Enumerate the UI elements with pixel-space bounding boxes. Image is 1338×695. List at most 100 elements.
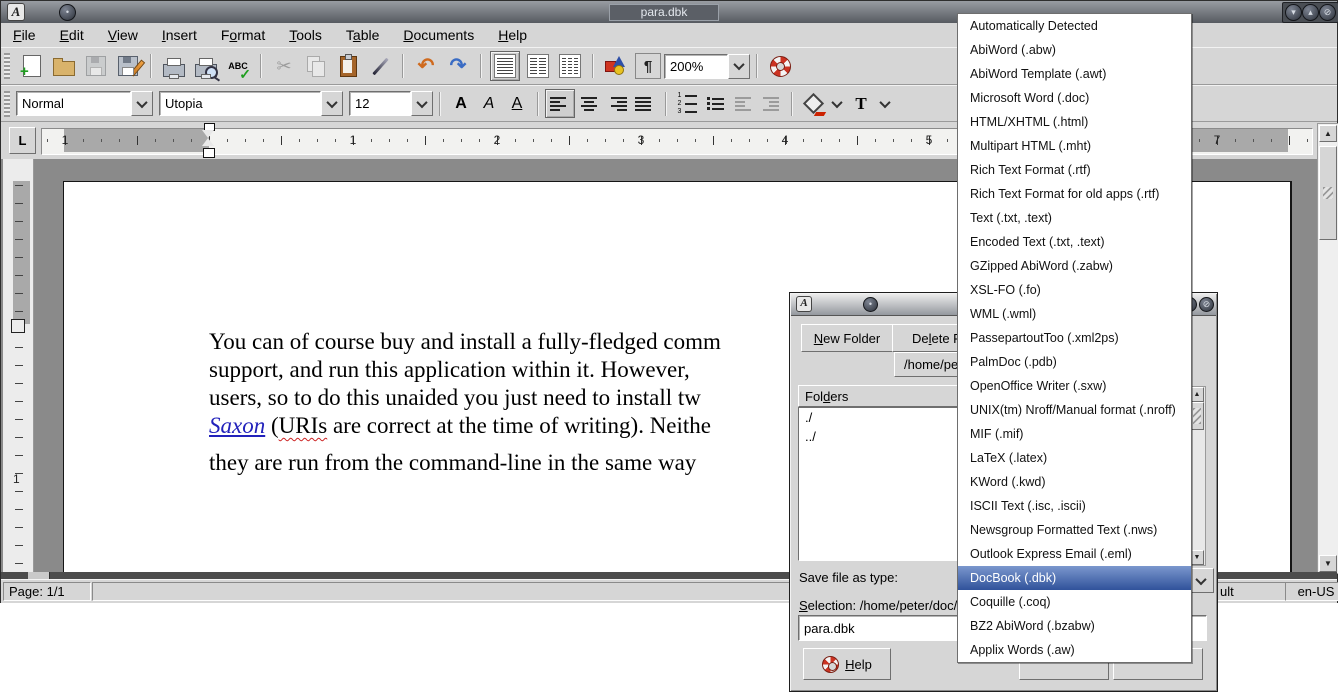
left-indent-marker[interactable] (203, 148, 215, 158)
print-button[interactable] (160, 52, 188, 80)
file-type-option[interactable]: AbiWord (.abw) (958, 38, 1191, 62)
save-button[interactable] (82, 52, 110, 80)
file-type-option[interactable]: Outlook Express Email (.eml) (958, 542, 1191, 566)
font-combo[interactable]: Utopia (159, 91, 343, 116)
top-margin-marker[interactable] (11, 319, 25, 333)
highlight-color-dropdown[interactable] (827, 91, 847, 116)
style-combo[interactable]: Normal (16, 91, 153, 116)
insert-symbol-button[interactable] (602, 52, 630, 80)
tab-stop-selector[interactable]: L (9, 127, 36, 154)
style-value[interactable]: Normal (16, 91, 131, 116)
bullet-list-button[interactable] (701, 90, 729, 117)
file-type-option[interactable]: Rich Text Format (.rtf) (958, 158, 1191, 182)
increase-indent-button[interactable] (757, 90, 785, 117)
bold-button[interactable]: A (447, 90, 475, 117)
file-type-option[interactable]: ISCII Text (.isc, .iscii) (958, 494, 1191, 518)
menu-item[interactable]: Insert (150, 25, 209, 45)
file-type-option[interactable]: Microsoft Word (.doc) (958, 86, 1191, 110)
one-column-button[interactable] (490, 51, 520, 81)
new-document-button[interactable]: + (18, 52, 46, 80)
numbered-list-button[interactable]: 1 2 3 (673, 90, 701, 117)
file-type-option[interactable]: Newsgroup Formatted Text (.nws) (958, 518, 1191, 542)
align-center-button[interactable] (575, 90, 603, 117)
folders-list[interactable]: ./../ (798, 407, 970, 561)
align-right-button[interactable] (603, 90, 631, 117)
file-type-option[interactable]: HTML/XHTML (.html) (958, 110, 1191, 134)
paste-button[interactable] (334, 52, 362, 80)
file-type-option[interactable]: AbiWord Template (.awt) (958, 62, 1191, 86)
menu-item[interactable]: File (1, 25, 48, 45)
file-type-option[interactable]: OpenOffice Writer (.sxw) (958, 374, 1191, 398)
file-type-option[interactable]: PassepartoutToo (.xml2ps) (958, 326, 1191, 350)
format-painter-button[interactable] (366, 52, 394, 80)
print-preview-button[interactable] (192, 52, 220, 80)
zoom-input[interactable]: 200% (664, 54, 728, 79)
size-value[interactable]: 12 (349, 91, 411, 116)
dialog-close-button[interactable]: ⊘ (1199, 297, 1214, 312)
folder-item[interactable]: ../ (799, 427, 969, 446)
two-columns-button[interactable] (524, 52, 552, 80)
font-dropdown-button[interactable] (321, 91, 343, 116)
show-formatting-marks-button[interactable]: ¶ (634, 52, 662, 80)
align-justify-button[interactable] (631, 90, 659, 117)
size-dropdown-button[interactable] (411, 91, 433, 116)
toolbar-drag-handle[interactable] (4, 53, 10, 79)
file-type-option[interactable]: Applix Words (.aw) (958, 638, 1191, 662)
folder-item[interactable]: ./ (799, 408, 969, 427)
undo-button[interactable]: ↶ (412, 52, 440, 80)
redo-button[interactable]: ↷ (444, 52, 472, 80)
scrollbar-thumb[interactable] (1319, 146, 1337, 240)
file-type-option[interactable]: MIF (.mif) (958, 422, 1191, 446)
file-type-option[interactable]: DocBook (.dbk) (958, 566, 1191, 590)
horizontal-scrollbar-stub[interactable] (28, 572, 50, 579)
file-type-option[interactable]: Coquille (.coq) (958, 590, 1191, 614)
menu-item[interactable]: Edit (48, 25, 96, 45)
folders-list-header[interactable]: Folders (798, 385, 970, 407)
cut-button[interactable]: ✂ (270, 52, 298, 80)
window-menu-button[interactable]: • (59, 4, 76, 21)
open-button[interactable] (50, 52, 78, 80)
menu-item[interactable]: Documents (391, 25, 486, 45)
menu-item[interactable]: View (96, 25, 150, 45)
save-as-button[interactable] (114, 52, 142, 80)
italic-button[interactable]: A (475, 90, 503, 117)
file-type-option[interactable]: Multipart HTML (.mht) (958, 134, 1191, 158)
file-type-option[interactable]: LaTeX (.latex) (958, 446, 1191, 470)
indent-marker-top[interactable] (202, 130, 214, 138)
file-type-option[interactable]: XSL-FO (.fo) (958, 278, 1191, 302)
maximize-button[interactable]: ▴ (1302, 4, 1319, 21)
scroll-down-button[interactable]: ▼ (1319, 555, 1337, 572)
copy-button[interactable] (302, 52, 330, 80)
file-type-option[interactable]: Encoded Text (.txt, .text) (958, 230, 1191, 254)
underline-button[interactable]: A (503, 90, 531, 117)
size-combo[interactable]: 12 (349, 91, 433, 116)
three-columns-button[interactable] (556, 52, 584, 80)
file-type-option[interactable]: Rich Text Format for old apps (.rtf) (958, 182, 1191, 206)
shade-button[interactable]: ▾ (1285, 4, 1302, 21)
highlight-color-button[interactable] (799, 90, 827, 117)
dialog-help-button[interactable]: Help (803, 648, 891, 680)
document-text[interactable]: You can of course buy and install a full… (209, 328, 721, 477)
font-value[interactable]: Utopia (159, 91, 321, 116)
files-scrollbar-thumb[interactable] (1190, 402, 1204, 430)
menu-item[interactable]: Table (334, 25, 391, 45)
dialog-menu-button[interactable]: • (863, 297, 878, 312)
file-type-option[interactable]: Text (.txt, .text) (958, 206, 1191, 230)
file-type-option[interactable]: Automatically Detected (958, 14, 1191, 38)
file-type-option[interactable]: BZ2 AbiWord (.bzabw) (958, 614, 1191, 638)
help-button[interactable] (766, 52, 794, 80)
zoom-dropdown-button[interactable] (728, 54, 750, 79)
vertical-scrollbar[interactable]: ▲ ▼ (1317, 123, 1338, 574)
close-button[interactable]: ⊘ (1319, 4, 1336, 21)
file-type-option[interactable]: UNIX(tm) Nroff/Manual format (.nroff) (958, 398, 1191, 422)
saxon-hyperlink[interactable]: Saxon (209, 413, 265, 438)
menu-item[interactable]: Tools (277, 25, 334, 45)
file-type-option[interactable]: KWord (.kwd) (958, 470, 1191, 494)
indent-marker-bottom[interactable] (202, 138, 214, 146)
spellcheck-button[interactable]: ABC✓ (224, 52, 252, 80)
file-type-option[interactable]: PalmDoc (.pdb) (958, 350, 1191, 374)
file-type-option[interactable]: WML (.wml) (958, 302, 1191, 326)
align-left-button[interactable] (545, 89, 575, 118)
scroll-up-button[interactable]: ▲ (1319, 125, 1337, 142)
new-folder-button[interactable]: New Folder (801, 324, 893, 352)
